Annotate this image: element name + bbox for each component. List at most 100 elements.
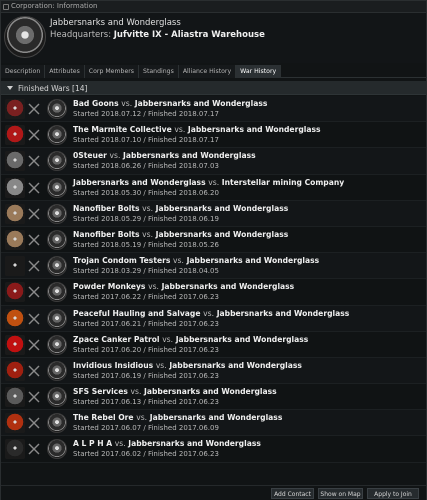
defender-name[interactable]: Jabbersnarks and Wonderglass — [156, 230, 289, 239]
hq-value-link[interactable]: Jufvitte IX - Aliastra Warehouse — [114, 30, 265, 40]
jabbersnarks-logo-icon[interactable] — [5, 177, 25, 198]
show-on-map-button[interactable]: Show on Map — [318, 488, 363, 499]
war-dates: Started 2017.06.20 / Finished 2017.06.23 — [73, 345, 219, 354]
crossed-swords-icon — [28, 234, 40, 246]
title-bar[interactable]: Corporation: Information — [1, 1, 426, 13]
attacker-name[interactable]: Peaceful Hauling and Salvage — [73, 309, 201, 318]
defender-name[interactable]: Jabbersnarks and Wonderglass — [144, 387, 277, 396]
vs-label: vs. — [148, 282, 159, 292]
tab-attributes[interactable]: Attributes — [45, 65, 85, 78]
defender-logo-icon[interactable] — [47, 360, 67, 381]
defender-name[interactable]: Jabbersnarks and Wonderglass — [187, 256, 320, 265]
war-row[interactable]: Bad Goons vs. Jabbersnarks and Wondergla… — [1, 96, 426, 123]
war-title: Trojan Condom Testers vs. Jabbersnarks a… — [73, 256, 319, 265]
war-row[interactable]: Invidious Insidious vs. Jabbersnarks and… — [1, 357, 426, 385]
war-title: Nanofiber Bolts vs. Jabbersnarks and Won… — [73, 204, 288, 213]
defender-name[interactable]: Jabbersnarks and Wonderglass — [162, 282, 295, 291]
defender-logo-icon[interactable] — [47, 151, 67, 172]
vs-label: vs. — [142, 229, 153, 239]
tab-description[interactable]: Description — [1, 65, 46, 78]
marmite-collective-logo-icon[interactable] — [5, 125, 25, 146]
attacker-name[interactable]: 0Steuer — [73, 151, 107, 160]
war-row[interactable]: Nanofiber Bolts vs. Jabbersnarks and Won… — [1, 226, 426, 254]
war-row[interactable]: Powder Monkeys vs. Jabbersnarks and Wond… — [1, 279, 426, 306]
war-row[interactable]: Peaceful Hauling and Salvage vs. Jabbers… — [1, 305, 426, 332]
war-row[interactable]: Trojan Condom Testers vs. Jabbersnarks a… — [1, 253, 426, 280]
war-row[interactable]: The Rebel Ore vs. Jabbersnarks and Wonde… — [1, 410, 426, 437]
war-row[interactable]: SFS Services vs. Jabbersnarks and Wonder… — [1, 384, 426, 411]
defender-name[interactable]: Jabbersnarks and Wonderglass — [188, 125, 321, 134]
war-row[interactable]: The Marmite Collective vs. Jabbersnarks … — [1, 122, 426, 149]
tab-war-history[interactable]: War History — [236, 65, 282, 78]
attacker-name[interactable]: Nanofiber Bolts — [73, 204, 139, 213]
attacker-name[interactable]: Trojan Condom Testers — [73, 256, 170, 265]
attacker-name[interactable]: Jabbersnarks and Wonderglass — [73, 178, 206, 187]
defender-name[interactable]: Interstellar mining Company — [222, 178, 344, 187]
attacker-name[interactable]: SFS Services — [73, 387, 128, 396]
defender-logo-icon[interactable] — [47, 177, 67, 198]
nanofiber-bolts-portrait-icon[interactable] — [5, 229, 25, 250]
defender-logo-icon[interactable] — [47, 334, 67, 355]
zpace-canker-patrol-logo-icon[interactable] — [5, 334, 25, 355]
defender-logo-icon[interactable] — [47, 229, 67, 250]
alpha-logo-icon[interactable] — [5, 439, 25, 460]
corp-logo-icon[interactable] — [4, 16, 46, 58]
invidious-insidious-logo-icon[interactable] — [5, 360, 25, 381]
apply-to-join-button[interactable]: Apply to Join — [367, 488, 419, 499]
defender-name[interactable]: Jabbersnarks and Wonderglass — [150, 413, 283, 422]
crossed-swords-icon — [28, 103, 40, 115]
collapse-arrow-icon[interactable] — [7, 86, 13, 90]
war-title: 0Steuer vs. Jabbersnarks and Wonderglass — [73, 151, 256, 160]
defender-name[interactable]: Jabbersnarks and Wonderglass — [123, 151, 256, 160]
attacker-name[interactable]: Nanofiber Bolts — [73, 230, 139, 239]
attacker-name[interactable]: Powder Monkeys — [73, 282, 145, 291]
vs-label: vs. — [208, 177, 220, 187]
war-dates: Started 2017.06.21 / Finished 2017.06.23 — [73, 319, 219, 328]
defender-logo-icon[interactable] — [47, 282, 67, 303]
trojan-condom-testers-logo-icon[interactable] — [5, 256, 25, 277]
add-contact-button[interactable]: Add Contact — [271, 488, 314, 499]
attacker-name[interactable]: A L P H A — [73, 439, 112, 448]
defender-name[interactable]: Jabbersnarks and Wonderglass — [169, 361, 302, 370]
attacker-name[interactable]: Zpace Canker Patrol — [73, 335, 160, 344]
war-title: The Rebel Ore vs. Jabbersnarks and Wonde… — [73, 413, 282, 422]
defender-logo-icon[interactable] — [47, 203, 67, 224]
rebel-ore-logo-icon[interactable] — [5, 413, 25, 434]
defender-logo-icon[interactable] — [47, 413, 67, 434]
defender-logo-icon[interactable] — [47, 387, 67, 408]
attacker-name[interactable]: The Marmite Collective — [73, 125, 172, 134]
crossed-swords-icon — [28, 286, 40, 298]
war-title: Zpace Canker Patrol vs. Jabbersnarks and… — [73, 335, 308, 344]
defender-logo-icon[interactable] — [47, 256, 67, 277]
0steuer-logo-icon[interactable] — [5, 151, 25, 172]
defender-name[interactable]: Jabbersnarks and Wonderglass — [176, 335, 309, 344]
sfs-services-logo-icon[interactable] — [5, 387, 25, 408]
war-row[interactable]: Nanofiber Bolts vs. Jabbersnarks and Won… — [1, 200, 426, 227]
defender-name[interactable]: Jabbersnarks and Wonderglass — [128, 439, 261, 448]
bad-goons-logo-icon[interactable] — [5, 99, 25, 119]
defender-logo-icon[interactable] — [47, 125, 67, 146]
attacker-name[interactable]: The Rebel Ore — [73, 413, 134, 422]
war-title: Powder Monkeys vs. Jabbersnarks and Wond… — [73, 282, 294, 291]
finished-wars-header[interactable]: Finished Wars [14] — [1, 81, 426, 95]
war-row[interactable]: Jabbersnarks and Wonderglass vs. Interst… — [1, 174, 426, 201]
defender-name[interactable]: Jabbersnarks and Wonderglass — [156, 204, 289, 213]
war-row[interactable]: Zpace Canker Patrol vs. Jabbersnarks and… — [1, 331, 426, 358]
tab-corp-members[interactable]: Corp Members — [84, 65, 140, 78]
tab-standings[interactable]: Standings — [139, 65, 179, 78]
powder-monkeys-logo-icon[interactable] — [5, 282, 25, 303]
defender-logo-icon[interactable] — [47, 308, 67, 329]
war-row[interactable]: A L P H A vs. Jabbersnarks and Wondergla… — [1, 436, 426, 463]
vs-label: vs. — [121, 99, 133, 108]
defender-logo-icon[interactable] — [47, 439, 67, 460]
tab-alliance-history[interactable]: Alliance History — [178, 65, 237, 78]
nanofiber-bolts-portrait-icon[interactable] — [5, 203, 25, 224]
war-dates: Started 2018.03.29 / Finished 2018.04.05 — [73, 267, 219, 276]
defender-logo-icon[interactable] — [47, 99, 67, 119]
attacker-name[interactable]: Invidious Insidious — [73, 361, 153, 370]
defender-name[interactable]: Jabbersnarks and Wonderglass — [217, 309, 350, 318]
defender-name[interactable]: Jabbersnarks and Wonderglass — [135, 99, 268, 108]
peaceful-hauling-logo-icon[interactable] — [5, 308, 25, 329]
attacker-name[interactable]: Bad Goons — [73, 99, 119, 108]
war-row[interactable]: 0Steuer vs. Jabbersnarks and Wonderglass… — [1, 148, 426, 175]
